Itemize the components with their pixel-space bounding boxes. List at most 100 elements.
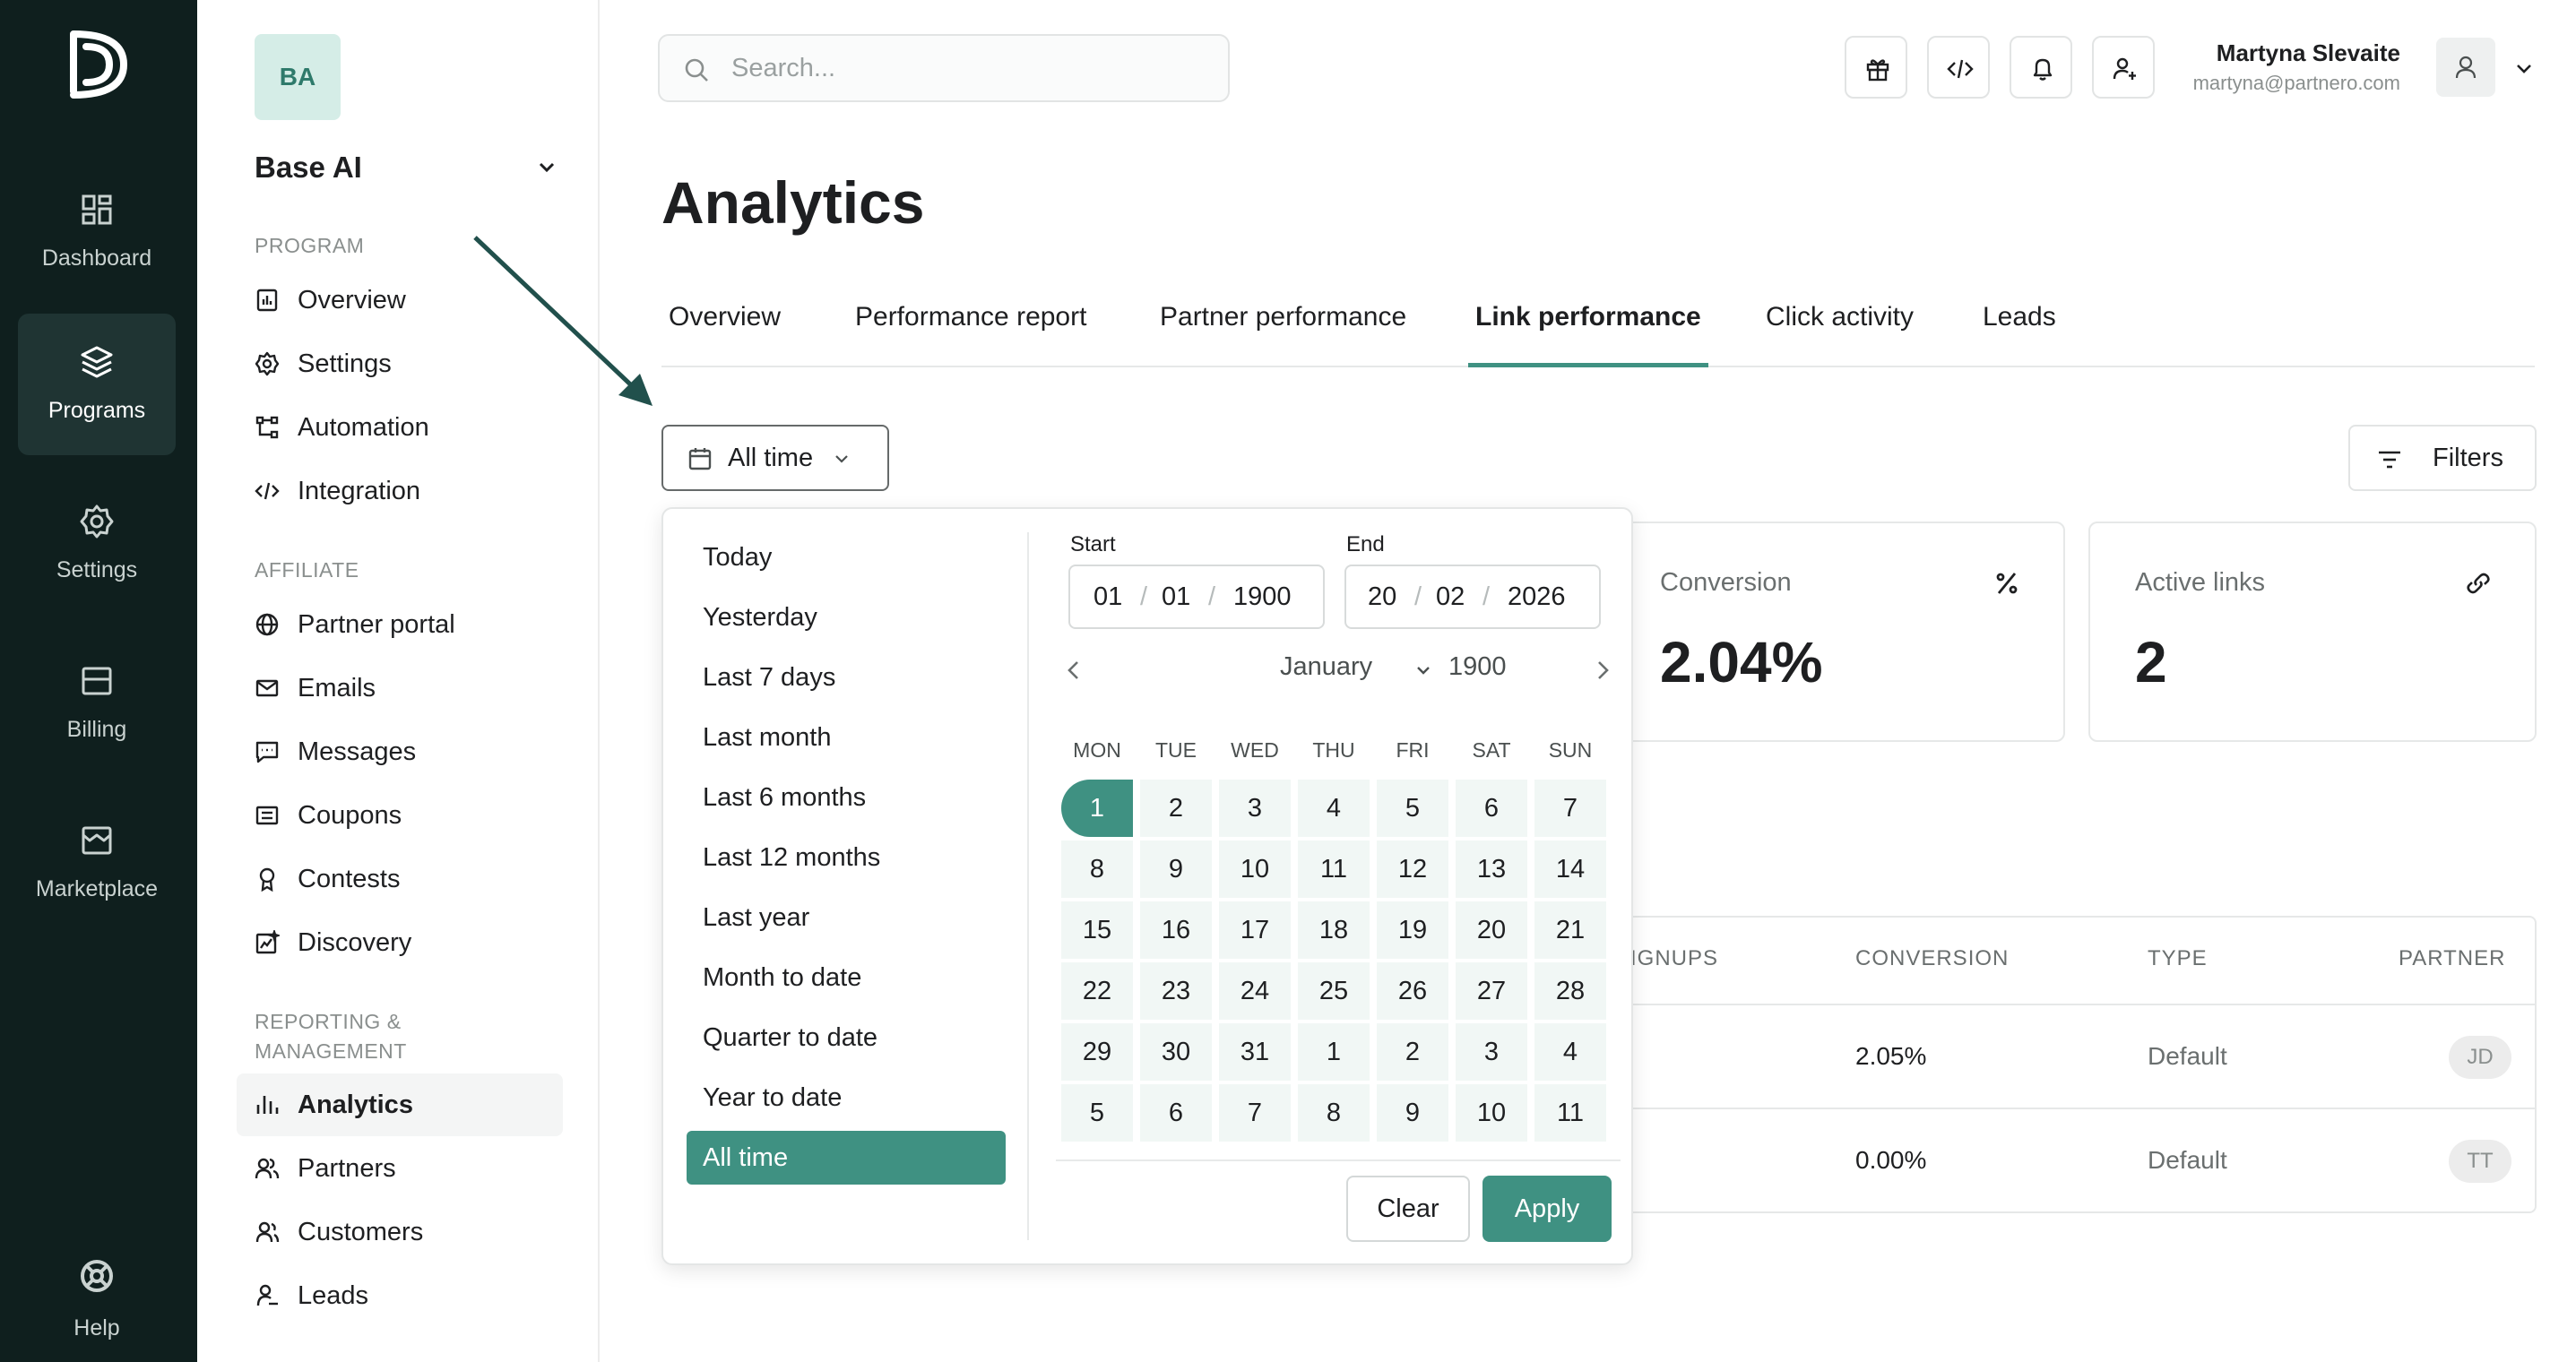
calendar-day[interactable]: 8 [1298, 1084, 1370, 1142]
clear-button[interactable]: Clear [1346, 1176, 1470, 1242]
start-date-field[interactable]: 01 / 01 / 1900 [1068, 565, 1325, 629]
chevron-down-icon[interactable] [2513, 57, 2535, 79]
calendar-day[interactable]: 2 [1140, 780, 1212, 837]
chevron-left-icon[interactable] [1061, 658, 1086, 683]
start-month[interactable]: 01 [1162, 566, 1190, 627]
preset-last-7-days[interactable]: Last 7 days [687, 651, 1006, 704]
chevron-down-icon[interactable] [534, 154, 559, 179]
preset-quarter-to-date[interactable]: Quarter to date [687, 1011, 1006, 1065]
calendar-day[interactable]: 19 [1377, 901, 1448, 959]
calendar-day[interactable]: 17 [1219, 901, 1291, 959]
org-badge[interactable]: BA [255, 34, 341, 120]
sidebar-item-partner-portal[interactable]: Partner portal [237, 593, 563, 656]
calendar-day[interactable]: 11 [1298, 840, 1370, 898]
search-input[interactable] [731, 36, 1197, 100]
partner-avatar[interactable]: JD [2449, 1036, 2511, 1079]
avatar[interactable] [2436, 38, 2495, 97]
rail-item-dashboard[interactable]: Dashboard [18, 161, 176, 303]
tab-click-activity[interactable]: Click activity [1766, 285, 1914, 367]
rail-item-programs[interactable]: Programs [18, 314, 176, 455]
calendar-day[interactable]: 10 [1456, 1084, 1527, 1142]
apply-button[interactable]: Apply [1482, 1176, 1612, 1242]
calendar-day[interactable]: 5 [1377, 780, 1448, 837]
calendar-day[interactable]: 9 [1140, 840, 1212, 898]
calendar-day[interactable]: 28 [1534, 962, 1606, 1020]
sidebar-item-discovery[interactable]: Discovery [237, 911, 563, 974]
developer-button[interactable] [1927, 36, 1990, 99]
tab-overview[interactable]: Overview [669, 285, 781, 367]
calendar-day[interactable]: 3 [1456, 1023, 1527, 1081]
rail-item-settings[interactable]: Settings [18, 473, 176, 615]
tab-partner-performance[interactable]: Partner performance [1160, 285, 1406, 367]
sidebar-item-coupons[interactable]: Coupons [237, 784, 563, 847]
sidebar-item-emails[interactable]: Emails [237, 657, 563, 720]
year-select[interactable]: 1900 [1448, 652, 1507, 682]
tab-performance-report[interactable]: Performance report [855, 285, 1086, 367]
calendar-day[interactable]: 8 [1061, 840, 1133, 898]
calendar-day[interactable]: 26 [1377, 962, 1448, 1020]
org-name[interactable]: Base AI [255, 151, 362, 185]
calendar-day[interactable]: 18 [1298, 901, 1370, 959]
calendar-day[interactable]: 7 [1534, 780, 1606, 837]
rail-item-marketplace[interactable]: Marketplace [18, 792, 176, 934]
calendar-day[interactable]: 4 [1298, 780, 1370, 837]
column-header-partner[interactable]: PARTNER [2399, 946, 2505, 971]
search-box[interactable] [658, 34, 1230, 102]
sidebar-item-partners[interactable]: Partners [237, 1137, 563, 1200]
calendar-day[interactable]: 1 [1298, 1023, 1370, 1081]
preset-last-12-months[interactable]: Last 12 months [687, 831, 1006, 884]
calendar-day[interactable]: 21 [1534, 901, 1606, 959]
calendar-day[interactable]: 6 [1140, 1084, 1212, 1142]
preset-last-6-months[interactable]: Last 6 months [687, 771, 1006, 824]
chevron-down-icon[interactable] [1414, 661, 1432, 679]
calendar-day-selected[interactable]: 1 [1061, 780, 1133, 837]
calendar-day[interactable]: 25 [1298, 962, 1370, 1020]
preset-last-year[interactable]: Last year [687, 891, 1006, 944]
invite-user-button[interactable] [2092, 36, 2155, 99]
notifications-button[interactable] [2010, 36, 2072, 99]
calendar-day[interactable]: 7 [1219, 1084, 1291, 1142]
end-year[interactable]: 2026 [1508, 566, 1566, 627]
calendar-day[interactable]: 30 [1140, 1023, 1212, 1081]
start-year[interactable]: 1900 [1233, 566, 1292, 627]
calendar-day[interactable]: 11 [1534, 1084, 1606, 1142]
tab-leads[interactable]: Leads [1983, 285, 2056, 367]
column-header-type[interactable]: TYPE [2148, 946, 2208, 971]
sidebar-item-customers[interactable]: Customers [237, 1201, 563, 1263]
user-name[interactable]: Martyna Slevaite [2217, 39, 2400, 67]
calendar-day[interactable]: 14 [1534, 840, 1606, 898]
sidebar-item-leads[interactable]: Leads [237, 1264, 563, 1327]
calendar-day[interactable]: 31 [1219, 1023, 1291, 1081]
calendar-day[interactable]: 29 [1061, 1023, 1133, 1081]
calendar-day[interactable]: 4 [1534, 1023, 1606, 1081]
calendar-day[interactable]: 3 [1219, 780, 1291, 837]
start-day[interactable]: 01 [1094, 566, 1122, 627]
sidebar-item-contests[interactable]: Contests [237, 848, 563, 910]
calendar-day[interactable]: 9 [1377, 1084, 1448, 1142]
gift-button[interactable] [1845, 36, 1907, 99]
calendar-day[interactable]: 23 [1140, 962, 1212, 1020]
preset-yesterday[interactable]: Yesterday [687, 590, 1006, 644]
calendar-day[interactable]: 22 [1061, 962, 1133, 1020]
preset-all-time[interactable]: All time [687, 1131, 1006, 1185]
partner-avatar[interactable]: TT [2449, 1140, 2511, 1183]
sidebar-item-integration[interactable]: Integration [237, 460, 563, 522]
calendar-day[interactable]: 6 [1456, 780, 1527, 837]
calendar-day[interactable]: 20 [1456, 901, 1527, 959]
partnero-logo-icon[interactable] [65, 29, 133, 100]
calendar-day[interactable]: 10 [1219, 840, 1291, 898]
preset-month-to-date[interactable]: Month to date [687, 951, 1006, 1004]
preset-last-month[interactable]: Last month [687, 711, 1006, 764]
month-select[interactable]: January [1280, 652, 1372, 682]
rail-item-billing[interactable]: Billing [18, 633, 176, 774]
column-header-conversion[interactable]: CONVERSION [1855, 946, 2009, 971]
calendar-day[interactable]: 2 [1377, 1023, 1448, 1081]
calendar-day[interactable]: 24 [1219, 962, 1291, 1020]
calendar-day[interactable]: 15 [1061, 901, 1133, 959]
calendar-day[interactable]: 12 [1377, 840, 1448, 898]
date-range-button[interactable]: All time [661, 425, 889, 491]
rail-item-help[interactable]: Help [18, 1237, 176, 1353]
sidebar-item-messages[interactable]: Messages [237, 720, 563, 783]
preset-year-to-date[interactable]: Year to date [687, 1071, 1006, 1125]
calendar-day[interactable]: 5 [1061, 1084, 1133, 1142]
